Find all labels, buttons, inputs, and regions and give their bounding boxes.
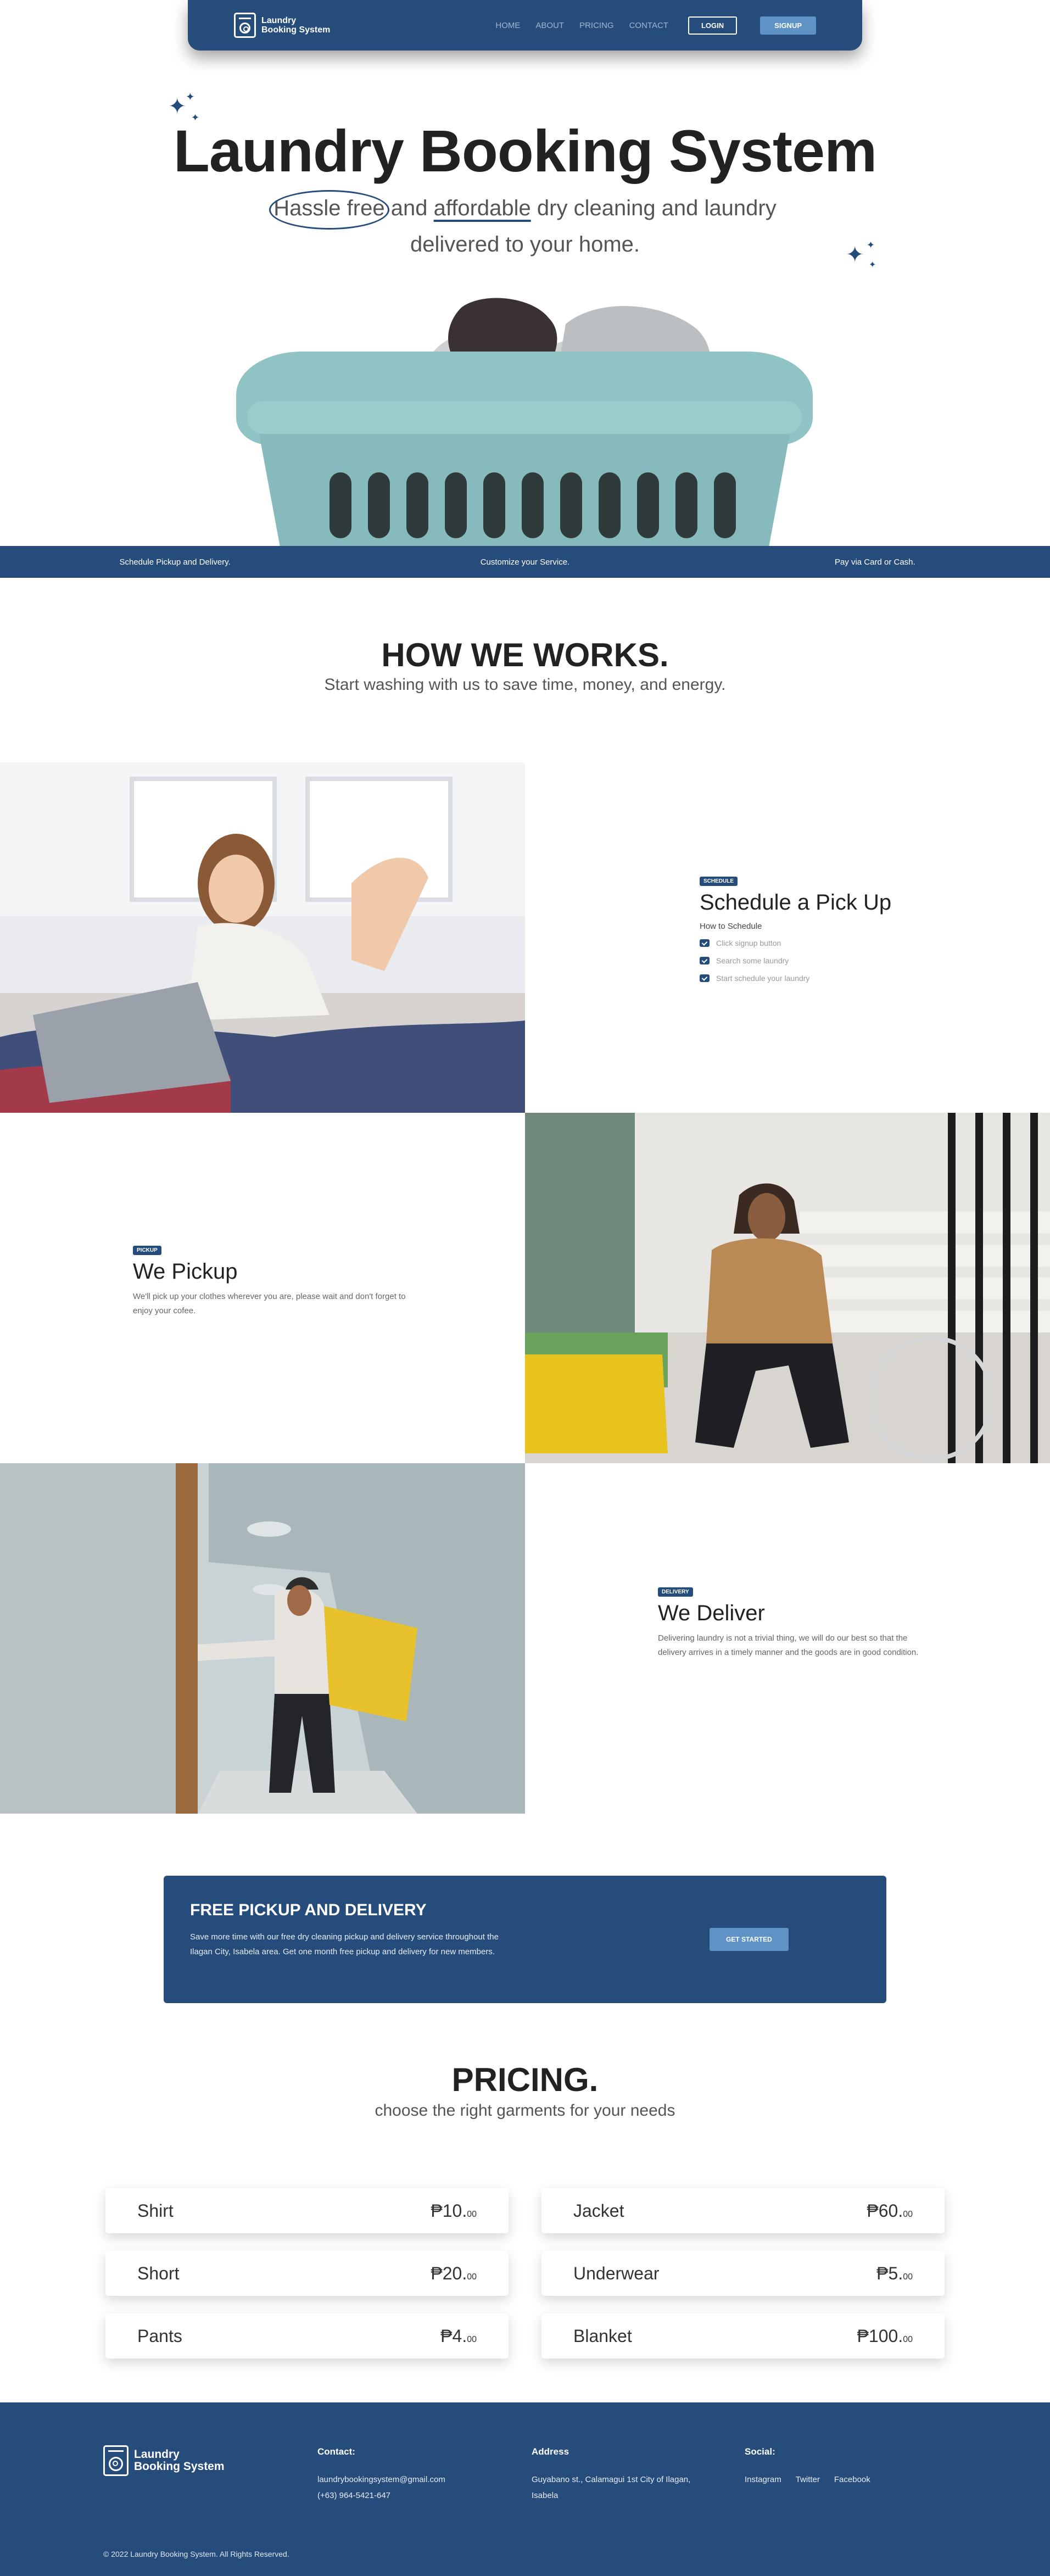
price-item-name: Underwear: [573, 2263, 660, 2283]
nav-about[interactable]: ABOUT: [535, 21, 564, 30]
price-value: ₱100.00: [857, 2326, 913, 2346]
price-value: ₱60.00: [867, 2200, 913, 2221]
price-value: ₱4.00: [440, 2326, 477, 2346]
schedule-step: Search some laundry: [700, 956, 1007, 965]
delivery-text: Delivering laundry is not a trivial thin…: [658, 1633, 919, 1657]
brand-line1: Laundry: [261, 16, 297, 25]
schedule-tag: SCHEDULE: [700, 877, 738, 886]
footer-address-title: Address: [532, 2446, 569, 2457]
pickup-tag: PICKUP: [133, 1246, 161, 1255]
price-card: Pants ₱4.00: [105, 2313, 509, 2358]
price-card: Shirt ₱10.00: [105, 2188, 509, 2233]
delivery-title: We Deliver: [658, 1601, 765, 1625]
pickup-block: PICKUP We Pickup We'll pick up your clot…: [133, 1244, 407, 1318]
price-card: Jacket ₱60.00: [541, 2188, 945, 2233]
footer-address: Address Guyabano st., Calamagui 1st City…: [532, 2446, 690, 2503]
navbar: Laundry Booking System HOME ABOUT PRICIN…: [188, 0, 862, 51]
footer-phone: (+63) 964-5421-647: [317, 2491, 391, 2500]
hero-sub-highlight: Hassle free: [269, 190, 389, 230]
price-value: ₱20.00: [431, 2263, 477, 2283]
footer-contact-title: Contact:: [317, 2446, 355, 2457]
footer-address-line1: Guyabano st., Calamagui 1st City of Ilag…: [532, 2475, 691, 2484]
footer-social: Social: Instagram Twitter Facebook: [745, 2446, 870, 2488]
pricing-title: PRICING.: [451, 2061, 599, 2098]
pricing-subtitle: choose the right garments for your needs: [375, 2101, 675, 2120]
step-label: Click signup button: [716, 939, 781, 947]
cta-title: FREE PICKUP AND DELIVERY: [190, 1901, 427, 1919]
price-item-name: Pants: [137, 2326, 182, 2346]
login-button[interactable]: LOGIN: [688, 16, 738, 35]
pickup-text: We'll pick up your clothes wherever you …: [133, 1292, 406, 1315]
price-card: Blanket ₱100.00: [541, 2313, 945, 2358]
footer-brand-name: Laundry Booking System: [134, 2449, 225, 2473]
nav-contact[interactable]: CONTACT: [629, 21, 668, 30]
social-links: Instagram Twitter Facebook: [745, 2472, 870, 2488]
sparkle-icon: ✦: [186, 90, 195, 103]
hero-sub-text: and: [390, 196, 428, 220]
footer-contact: Contact: laundrybookingsystem@gmail.com …: [317, 2446, 445, 2503]
schedule-title: Schedule a Pick Up: [700, 890, 892, 915]
social-facebook[interactable]: Facebook: [834, 2472, 870, 2488]
checkbox-icon: [700, 957, 710, 964]
how-subtitle: Start washing with us to save time, mone…: [324, 676, 726, 694]
feature-schedule: Schedule Pickup and Delivery.: [119, 557, 231, 567]
nav-home[interactable]: HOME: [495, 21, 520, 30]
step-label: Search some laundry: [716, 956, 789, 965]
woman-on-phone-photo: [0, 762, 525, 1113]
free-pickup-banner: FREE PICKUP AND DELIVERY Save more time …: [164, 1876, 886, 2003]
hero-sub-line2: delivered to your home.: [410, 232, 640, 257]
price-item-name: Shirt: [137, 2200, 174, 2221]
courier-delivering-photo: [0, 1463, 525, 1814]
pickup-title: We Pickup: [133, 1259, 238, 1284]
price-item-name: Blanket: [573, 2326, 632, 2346]
delivery-tag: DELIVERY: [658, 1587, 693, 1597]
schedule-block: SCHEDULE Schedule a Pick Up How to Sched…: [700, 874, 1007, 991]
washing-machine-icon: [103, 2445, 129, 2476]
washing-machine-icon: [234, 13, 256, 38]
hero-sub-text: dry cleaning and laundry: [537, 196, 777, 220]
how-title: HOW WE WORKS.: [381, 637, 669, 673]
price-card: Underwear ₱5.00: [541, 2251, 945, 2296]
price-item-name: Jacket: [573, 2200, 624, 2221]
feature-customize: Customize your Service.: [480, 557, 570, 567]
hero-sub-underlined: affordable: [433, 196, 531, 220]
step-label: Start schedule your laundry: [716, 974, 810, 983]
brand-name: Laundry Booking System: [261, 16, 330, 35]
checkbox-icon: [700, 939, 710, 947]
footer-brand-logo[interactable]: Laundry Booking System: [103, 2445, 225, 2476]
schedule-step: Click signup button: [700, 939, 1007, 947]
courier-on-stairs-photo: [525, 1113, 1050, 1463]
hero-title: Laundry Booking System: [173, 118, 877, 184]
schedule-steps: Click signup button Search some laundry …: [700, 939, 1007, 983]
price-value: ₱5.00: [876, 2263, 913, 2283]
nav-links: HOME ABOUT PRICING CONTACT LOGIN SIGNUP: [495, 16, 816, 35]
schedule-howto: How to Schedule: [700, 922, 762, 931]
brand-line2: Booking System: [261, 25, 331, 35]
footer-social-title: Social:: [745, 2446, 775, 2457]
brand-line1: Laundry: [134, 2448, 180, 2461]
feature-payment: Pay via Card or Cash.: [834, 557, 915, 567]
sparkle-icon: ✦: [168, 94, 187, 119]
brand-line2: Booking System: [134, 2460, 225, 2473]
brand-logo[interactable]: Laundry Booking System: [234, 13, 330, 38]
delivery-block: DELIVERY We Deliver Delivering laundry i…: [658, 1585, 923, 1660]
checkbox-icon: [700, 974, 710, 982]
price-item-name: Short: [137, 2263, 180, 2283]
feature-bar: Schedule Pickup and Delivery. Customize …: [0, 546, 1050, 578]
laundry-basket-image: [225, 286, 824, 547]
social-twitter[interactable]: Twitter: [796, 2472, 820, 2488]
social-instagram[interactable]: Instagram: [745, 2472, 781, 2488]
hero-subtitle: Hassle free and affordable dry cleaning …: [0, 190, 1050, 263]
schedule-step: Start schedule your laundry: [700, 974, 1007, 983]
footer: Laundry Booking System Contact: laundryb…: [0, 2402, 1050, 2576]
footer-address-line2: Isabela: [532, 2491, 558, 2500]
nav-pricing[interactable]: PRICING: [579, 21, 614, 30]
price-card: Short ₱20.00: [105, 2251, 509, 2296]
get-started-button[interactable]: GET STARTED: [710, 1928, 789, 1951]
cta-text: Save more time with our free dry cleanin…: [190, 1932, 499, 1956]
copyright: © 2022 Laundry Booking System. All Right…: [103, 2550, 289, 2558]
price-value: ₱10.00: [431, 2200, 477, 2221]
signup-button[interactable]: SIGNUP: [760, 16, 816, 35]
footer-email[interactable]: laundrybookingsystem@gmail.com: [317, 2472, 445, 2488]
